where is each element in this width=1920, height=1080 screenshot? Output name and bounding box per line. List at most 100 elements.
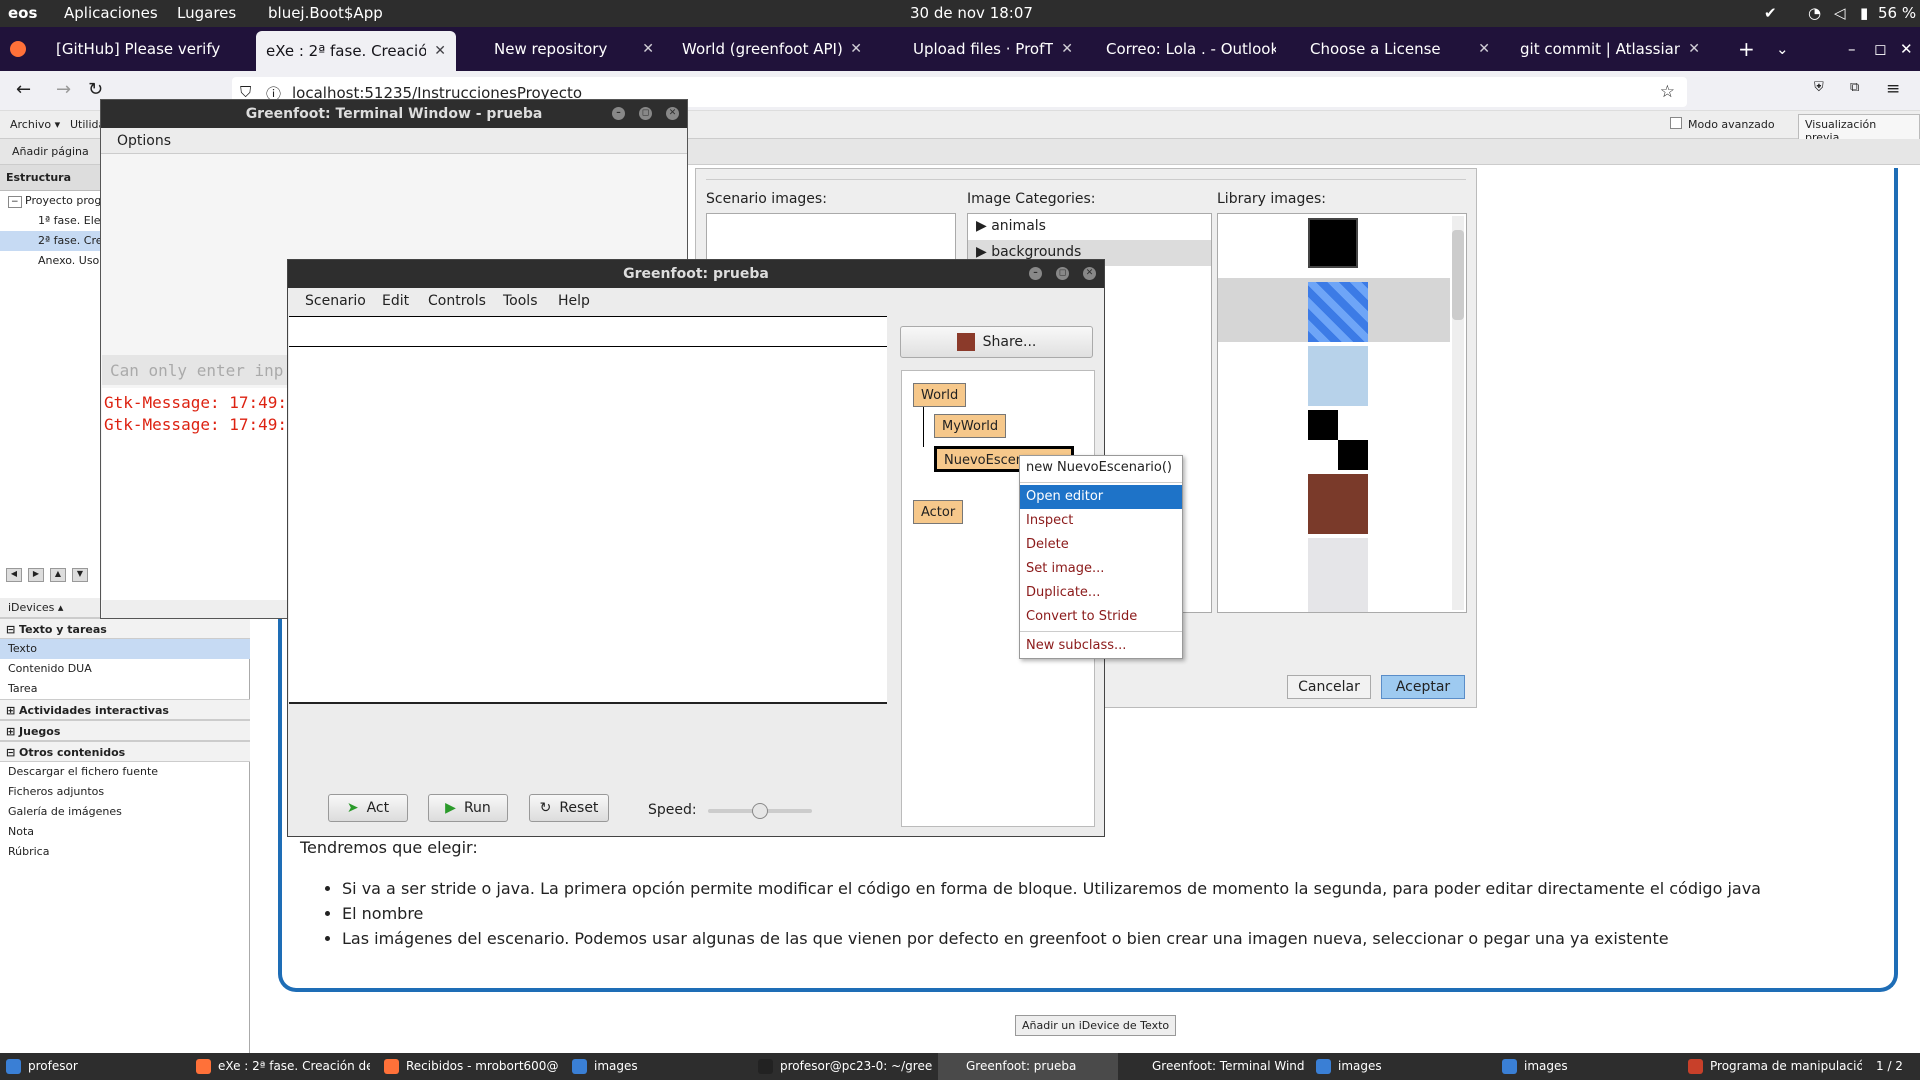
menu-controls[interactable]: Controls xyxy=(428,293,486,309)
minimize-icon[interactable]: – xyxy=(612,107,625,120)
applications-menu[interactable]: Aplicaciones xyxy=(64,4,158,22)
library-image[interactable] xyxy=(1218,342,1450,406)
check-icon[interactable]: ✔ xyxy=(1764,4,1777,22)
minimize-icon[interactable]: – xyxy=(1029,267,1042,280)
taskbar-item[interactable]: Recibidos - mrobort600@g.... xyxy=(378,1053,558,1080)
taskbar-item[interactable]: Greenfoot: Terminal Windo... xyxy=(1124,1053,1304,1080)
taskbar-item[interactable]: images xyxy=(1310,1053,1490,1080)
wifi-icon[interactable]: ◔ xyxy=(1808,4,1821,22)
act-button[interactable]: ➤ Act xyxy=(328,794,408,822)
menu-edit[interactable]: Edit xyxy=(382,293,409,309)
library-images-list[interactable] xyxy=(1217,213,1467,613)
new-tab-button[interactable]: + xyxy=(1728,27,1758,71)
move-up-icon[interactable]: ▲ xyxy=(50,568,66,582)
places-menu[interactable]: Lugares xyxy=(177,4,236,22)
extensions-icon[interactable]: ⧉ xyxy=(1850,80,1859,95)
taskbar-item[interactable]: Programa de manipulación ... xyxy=(1682,1053,1862,1080)
list-tabs-icon[interactable]: ⌄ xyxy=(1766,27,1796,71)
close-icon[interactable]: ✕ xyxy=(642,41,654,57)
volume-icon[interactable]: ◁ xyxy=(1834,4,1846,22)
tab-upload-files[interactable]: Upload files · ProfTIC/I✕ xyxy=(903,27,1083,71)
taskbar-item[interactable]: images xyxy=(566,1053,746,1080)
firefox-menu-icon[interactable] xyxy=(0,27,44,71)
idevice-item[interactable]: Nota xyxy=(0,822,250,842)
back-icon[interactable]: ← xyxy=(16,79,31,100)
menu-item-new-subclass[interactable]: New subclass... xyxy=(1020,634,1182,658)
greenfoot-title[interactable]: Greenfoot: prueba xyxy=(288,260,1104,288)
tab-git-commit[interactable]: git commit | Atlassian G✕ xyxy=(1510,27,1710,71)
tab-choose-license[interactable]: Choose a License ✕ xyxy=(1300,27,1500,71)
tab-world-api[interactable]: World (greenfoot API) ✕ xyxy=(672,27,872,71)
class-world[interactable]: World xyxy=(913,383,967,407)
menu-item-duplicate[interactable]: Duplicate... xyxy=(1020,581,1182,605)
menu-scenario[interactable]: Scenario xyxy=(305,293,366,309)
run-button[interactable]: ▶ Run xyxy=(428,794,508,822)
idevice-item[interactable]: Rúbrica xyxy=(0,842,250,862)
clock[interactable]: 30 de nov 18:07 xyxy=(910,4,1033,22)
close-icon[interactable]: ✕ xyxy=(850,41,862,57)
close-icon[interactable]: ✕ xyxy=(1478,41,1490,57)
idevice-item[interactable]: Ficheros adjuntos xyxy=(0,782,250,802)
pocket-icon[interactable]: ⛨ xyxy=(1814,80,1824,95)
close-icon[interactable]: ✕ xyxy=(666,107,679,120)
workspace-pager[interactable]: 1 / 2 xyxy=(1876,1059,1903,1073)
class-actor[interactable]: Actor xyxy=(913,500,964,524)
menu-tools[interactable]: Tools xyxy=(503,293,538,309)
idevice-item[interactable]: Tarea xyxy=(0,679,250,699)
speed-slider[interactable] xyxy=(708,803,812,819)
group-texto-tareas[interactable]: ⊟ Texto y tareas xyxy=(0,618,250,639)
library-image[interactable] xyxy=(1218,406,1450,470)
idevice-item[interactable]: Contenido DUA xyxy=(0,659,250,679)
taskbar-item[interactable]: eXe : 2ª fase. Creación de lo... xyxy=(190,1053,370,1080)
modo-avanzado-checkbox[interactable] xyxy=(1670,117,1682,129)
cancel-button[interactable]: Cancelar xyxy=(1287,675,1371,699)
os-logo[interactable]: eos xyxy=(8,4,37,22)
menu-item-open-editor[interactable]: Open editor xyxy=(1020,485,1182,509)
move-down-icon[interactable]: ▼ xyxy=(72,568,88,582)
tab-outlook[interactable]: Correo: Lola . - Outlook xyxy=(1096,27,1286,71)
close-icon[interactable]: ✕ xyxy=(1688,41,1700,57)
accept-button[interactable]: Aceptar xyxy=(1381,675,1465,699)
library-image[interactable] xyxy=(1218,214,1450,278)
reload-icon[interactable]: ↻ xyxy=(88,79,103,100)
move-right-icon[interactable]: ▶ xyxy=(28,568,44,582)
menu-item-set-image[interactable]: Set image... xyxy=(1020,557,1182,581)
group-otros[interactable]: ⊟ Otros contenidos xyxy=(0,741,250,762)
add-page-button[interactable]: Añadir página xyxy=(12,145,89,158)
minimize-icon[interactable]: – xyxy=(1838,27,1864,71)
maximize-icon[interactable]: ◻ xyxy=(1056,267,1069,280)
close-icon[interactable]: ✕ xyxy=(1083,267,1096,280)
bookmark-star-icon[interactable]: ☆ xyxy=(1660,82,1675,102)
maximize-icon[interactable]: ◻ xyxy=(639,107,652,120)
close-icon[interactable]: ✕ xyxy=(434,43,446,59)
tab-github-verify[interactable]: [GitHub] Please verify xyxy=(46,27,254,71)
menu-item-delete[interactable]: Delete xyxy=(1020,533,1182,557)
library-image[interactable] xyxy=(1218,278,1450,342)
share-button[interactable]: Share... xyxy=(900,326,1093,358)
close-icon[interactable]: ✕ xyxy=(1061,41,1073,57)
class-myworld[interactable]: MyWorld xyxy=(934,414,1007,438)
current-app-menu[interactable]: bluej.Boot$App xyxy=(268,4,383,22)
maximize-icon[interactable]: ◻ xyxy=(1864,27,1890,71)
tab-exe[interactable]: eXe : 2ª fase. Creación ✕ xyxy=(256,31,456,71)
group-juegos[interactable]: ⊞ Juegos xyxy=(0,720,250,741)
terminal-title[interactable]: Greenfoot: Terminal Window - prueba xyxy=(101,100,687,128)
menu-item-inspect[interactable]: Inspect xyxy=(1020,509,1182,533)
menu-item-convert-stride[interactable]: Convert to Stride xyxy=(1020,605,1182,629)
menu-help[interactable]: Help xyxy=(558,293,590,309)
battery-icon[interactable]: ▮ xyxy=(1860,4,1868,22)
forward-icon[interactable]: → xyxy=(56,79,71,100)
taskbar-item[interactable]: profesor@pc23-0: ~/greenf... xyxy=(752,1053,932,1080)
idevice-item[interactable]: Galería de imágenes xyxy=(0,802,250,822)
add-text-idevice-button[interactable]: Añadir un iDevice de Texto xyxy=(1015,1015,1177,1036)
world-view[interactable] xyxy=(289,316,887,704)
scrollbar[interactable] xyxy=(1452,216,1464,610)
taskbar-item[interactable]: profesor xyxy=(0,1053,190,1080)
menu-item-new-instance[interactable]: new NuevoEscenario() xyxy=(1020,456,1182,480)
terminal-options-menu[interactable]: Options xyxy=(101,128,687,154)
tab-new-repository[interactable]: New repository ✕ xyxy=(484,27,664,71)
idevice-item[interactable]: Texto xyxy=(0,639,250,659)
group-actividades[interactable]: ⊞ Actividades interactivas xyxy=(0,699,250,720)
taskbar-item[interactable]: Greenfoot: prueba xyxy=(938,1053,1118,1080)
library-image[interactable] xyxy=(1218,534,1450,612)
